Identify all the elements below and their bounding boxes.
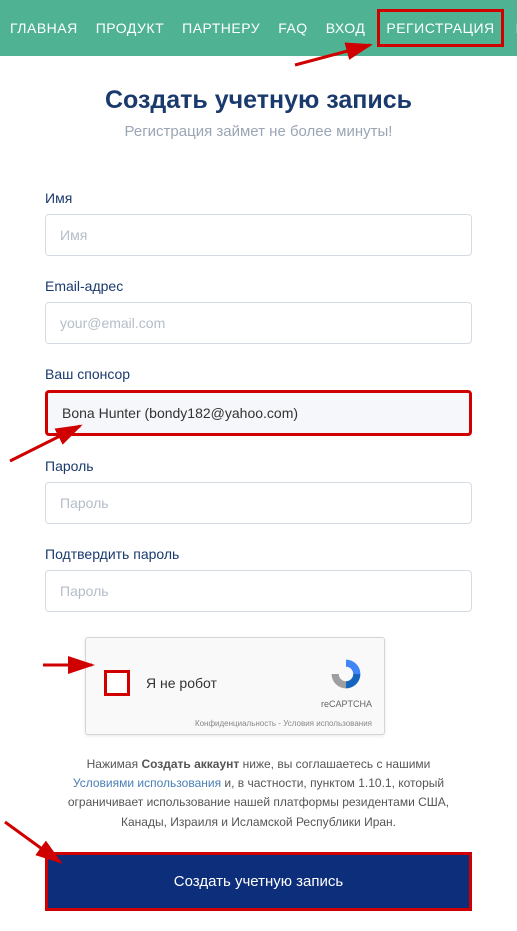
password-input[interactable]	[45, 482, 472, 524]
recaptcha-box: Я не робот reCAPTCHA Конфиденциальность …	[85, 637, 385, 735]
terms-link[interactable]: Условиями использования	[73, 776, 221, 790]
terms-text: Нажимая Создать аккаунт ниже, вы соглаша…	[55, 755, 462, 832]
form-container: Создать учетную запись Регистрация займе…	[0, 56, 517, 931]
password-label: Пароль	[45, 458, 472, 474]
nav-register[interactable]: РЕГИСТРАЦИЯ	[377, 9, 503, 47]
nav-login[interactable]: ВХОД	[326, 20, 366, 36]
name-input[interactable]	[45, 214, 472, 256]
recaptcha-icon	[328, 656, 364, 692]
page-subtitle: Регистрация займет не более минуты!	[45, 123, 472, 140]
email-input[interactable]	[45, 302, 472, 344]
confirm-password-label: Подтвердить пароль	[45, 546, 472, 562]
nav-partner[interactable]: ПАРТНЕРУ	[182, 20, 260, 36]
submit-button[interactable]: Создать учетную запись	[45, 852, 472, 911]
name-label: Имя	[45, 190, 472, 206]
nav-home[interactable]: ГЛАВНАЯ	[10, 20, 78, 36]
recaptcha-footer: Конфиденциальность - Условия использован…	[98, 719, 372, 728]
top-navigation: ГЛАВНАЯ ПРОДУКТ ПАРТНЕРУ FAQ ВХОД РЕГИСТ…	[0, 0, 517, 56]
nav-product[interactable]: ПРОДУКТ	[96, 20, 164, 36]
sponsor-input	[45, 390, 472, 436]
recaptcha-checkbox[interactable]	[104, 670, 130, 696]
recaptcha-label: Я не робот	[146, 675, 217, 691]
sponsor-label: Ваш спонсор	[45, 366, 472, 382]
confirm-password-input[interactable]	[45, 570, 472, 612]
nav-faq[interactable]: FAQ	[278, 20, 308, 36]
email-label: Email-адрес	[45, 278, 472, 294]
page-title: Создать учетную запись	[45, 86, 472, 115]
recaptcha-brand: reCAPTCHA	[321, 699, 372, 709]
terms-bold: Создать аккаунт	[141, 757, 239, 771]
